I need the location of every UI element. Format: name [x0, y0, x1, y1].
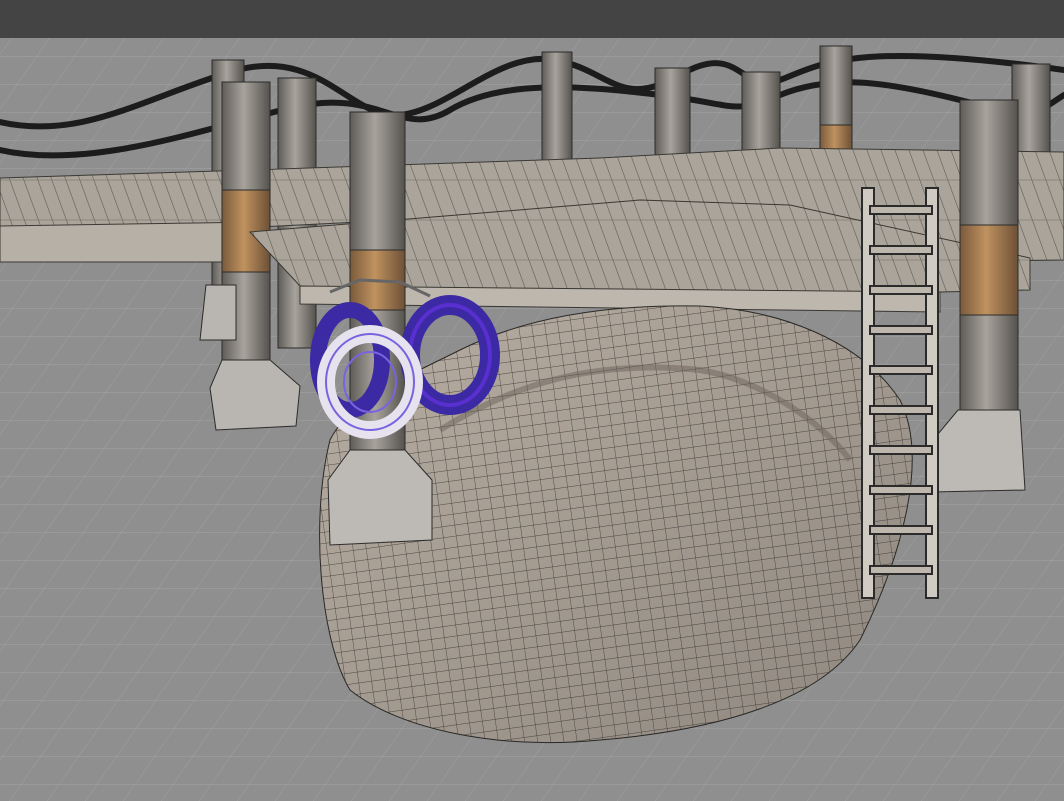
3d-viewport[interactable]: [0, 38, 1064, 801]
viewport-header-bar[interactable]: [0, 0, 1064, 39]
application-window: [0, 0, 1064, 801]
